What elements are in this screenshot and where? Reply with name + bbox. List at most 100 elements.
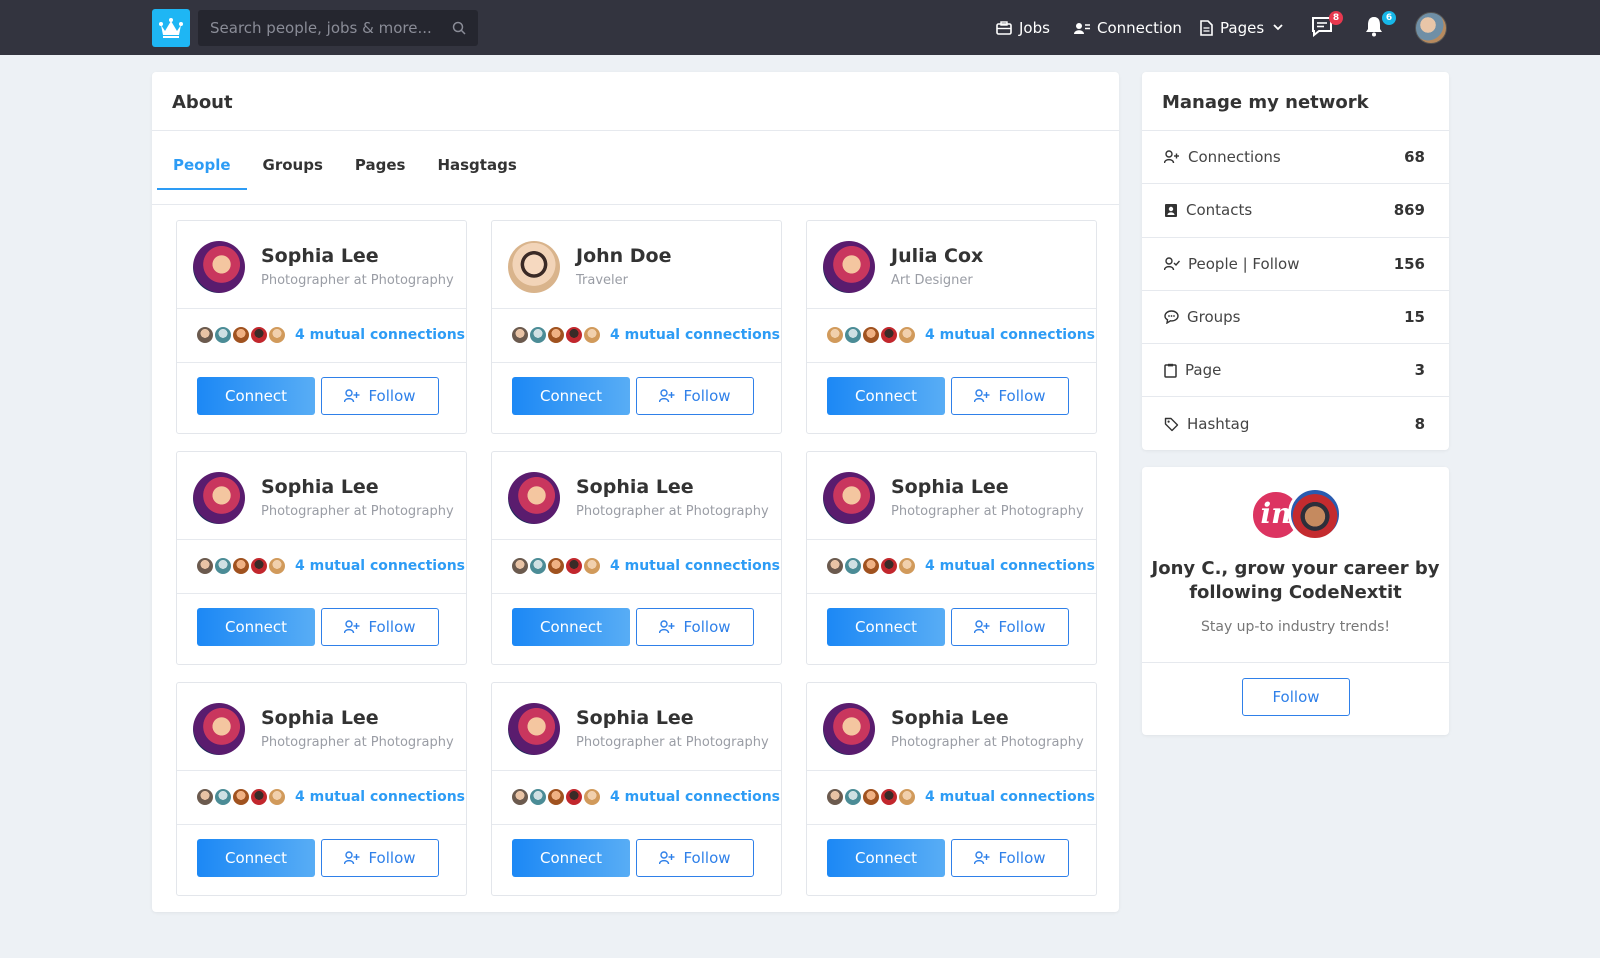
follow-button[interactable]: Follow [321, 839, 439, 877]
connect-button[interactable]: Connect [827, 839, 945, 877]
notifications-badge: 6 [1382, 11, 1396, 25]
search-icon[interactable] [452, 21, 466, 35]
connect-button[interactable]: Connect [197, 839, 315, 877]
crown-logo-icon[interactable] [152, 9, 190, 47]
person-name[interactable]: Sophia Lee [891, 707, 1009, 729]
nav-connection[interactable]: Connection [1074, 0, 1182, 55]
mutual-avatar [546, 787, 566, 807]
avatar[interactable] [823, 472, 875, 524]
divider [807, 539, 1096, 540]
network-item-label: Page [1185, 361, 1222, 380]
mutual-avatar [213, 556, 233, 576]
nav-pages-dropdown[interactable]: Pages [1200, 0, 1283, 55]
tab-groups[interactable]: Groups [247, 130, 339, 188]
mutual-connections-link[interactable]: 4 mutual connections [610, 789, 780, 805]
network-item-label: Connections [1188, 148, 1281, 167]
mutual-avatar [213, 787, 233, 807]
person-name[interactable]: Sophia Lee [576, 707, 694, 729]
person-name[interactable]: Sophia Lee [261, 476, 379, 498]
briefcase-icon [996, 20, 1012, 35]
mutual-connections-link[interactable]: 4 mutual connections [610, 327, 780, 343]
connect-button[interactable]: Connect [197, 608, 315, 646]
avatar[interactable] [823, 241, 875, 293]
person-card: John Doe Traveler 4 mutual connections C… [491, 220, 782, 434]
nav-jobs[interactable]: Jobs [996, 0, 1050, 55]
mutual-connections-link[interactable]: 4 mutual connections [610, 558, 780, 574]
person-card: Sophia Lee Photographer at Photography 4… [491, 451, 782, 665]
tab-hashtags[interactable]: Hasgtags [421, 130, 532, 188]
follow-label: Follow [683, 849, 731, 867]
connect-button[interactable]: Connect [827, 377, 945, 415]
network-item-count: 156 [1393, 254, 1425, 273]
page-title: About [172, 92, 233, 113]
mutual-connections: 4 mutual connections [195, 787, 465, 807]
follow-button[interactable]: Follow [951, 839, 1069, 877]
person-name[interactable]: Sophia Lee [576, 476, 694, 498]
follow-button[interactable]: Follow [636, 839, 754, 877]
network-item-connections[interactable]: Connections 68 [1142, 131, 1449, 185]
avatar[interactable] [823, 703, 875, 755]
mutual-connections-link[interactable]: 4 mutual connections [295, 327, 465, 343]
follow-button[interactable]: Follow [951, 608, 1069, 646]
follow-button[interactable]: Follow [321, 377, 439, 415]
network-item-people-follow[interactable]: People | Follow 156 [1142, 238, 1449, 291]
avatar[interactable] [508, 472, 560, 524]
avatar[interactable] [508, 241, 560, 293]
mutual-avatar [843, 556, 863, 576]
person-card: Sophia Lee Photographer at Photography 4… [176, 682, 467, 896]
person-name[interactable]: Julia Cox [891, 245, 983, 267]
network-item-hashtag[interactable]: Hashtag 8 [1142, 397, 1449, 450]
person-name[interactable]: Sophia Lee [261, 245, 379, 267]
tab-pages[interactable]: Pages [339, 130, 422, 188]
follow-button[interactable]: Follow [321, 608, 439, 646]
mutual-avatar [195, 787, 215, 807]
connect-button[interactable]: Connect [827, 608, 945, 646]
avatar[interactable] [193, 703, 245, 755]
user-avatar[interactable] [1415, 12, 1447, 44]
mutual-connections: 4 mutual connections [825, 325, 1095, 345]
bell-icon [1366, 17, 1382, 37]
avatar[interactable] [193, 472, 245, 524]
person-name[interactable]: Sophia Lee [261, 707, 379, 729]
connect-button[interactable]: Connect [512, 608, 630, 646]
follow-label: Follow [998, 618, 1046, 636]
avatar[interactable] [193, 241, 245, 293]
mutual-connections-link[interactable]: 4 mutual connections [925, 327, 1095, 343]
user-plus-icon [659, 620, 675, 634]
follow-button[interactable]: Follow [636, 608, 754, 646]
person-role: Photographer at Photography [891, 735, 1084, 750]
person-role: Photographer at Photography [261, 273, 454, 288]
connect-button[interactable]: Connect [512, 377, 630, 415]
follow-button[interactable]: Follow [951, 377, 1069, 415]
tab-people[interactable]: People [157, 130, 247, 190]
mutual-avatar [510, 325, 530, 345]
divider [177, 770, 466, 771]
search-input[interactable]: Search people, jobs & more... [198, 10, 478, 46]
about-panel: About People Groups Pages Hasgtags Sophi… [152, 72, 1119, 912]
follow-button[interactable]: Follow [636, 377, 754, 415]
divider [492, 593, 781, 594]
network-item-groups[interactable]: Groups 15 [1142, 291, 1449, 345]
network-item-count: 3 [1414, 361, 1425, 380]
connect-button[interactable]: Connect [197, 377, 315, 415]
person-name[interactable]: Sophia Lee [891, 476, 1009, 498]
user-plus-icon [659, 851, 675, 865]
person-name[interactable]: John Doe [576, 245, 672, 267]
follow-suggestion-card: in Jony C., grow your career by followin… [1142, 467, 1449, 735]
avatar[interactable] [508, 703, 560, 755]
notifications-button[interactable]: 6 [1364, 11, 1396, 39]
mutual-connections-link[interactable]: 4 mutual connections [295, 558, 465, 574]
document-icon [1200, 19, 1213, 36]
divider [152, 204, 1119, 205]
network-item-label: Contacts [1186, 201, 1253, 220]
network-item-page[interactable]: Page 3 [1142, 344, 1449, 398]
network-item-contacts[interactable]: Contacts 869 [1142, 184, 1449, 238]
mutual-connections-link[interactable]: 4 mutual connections [925, 558, 1095, 574]
follow-company-button[interactable]: Follow [1242, 678, 1350, 716]
chevron-down-icon [1273, 24, 1283, 31]
messages-button[interactable]: 8 [1311, 11, 1343, 39]
connect-button[interactable]: Connect [512, 839, 630, 877]
mutual-connections-link[interactable]: 4 mutual connections [295, 789, 465, 805]
mutual-connections-link[interactable]: 4 mutual connections [925, 789, 1095, 805]
person-card: Sophia Lee Photographer at Photography 4… [176, 451, 467, 665]
